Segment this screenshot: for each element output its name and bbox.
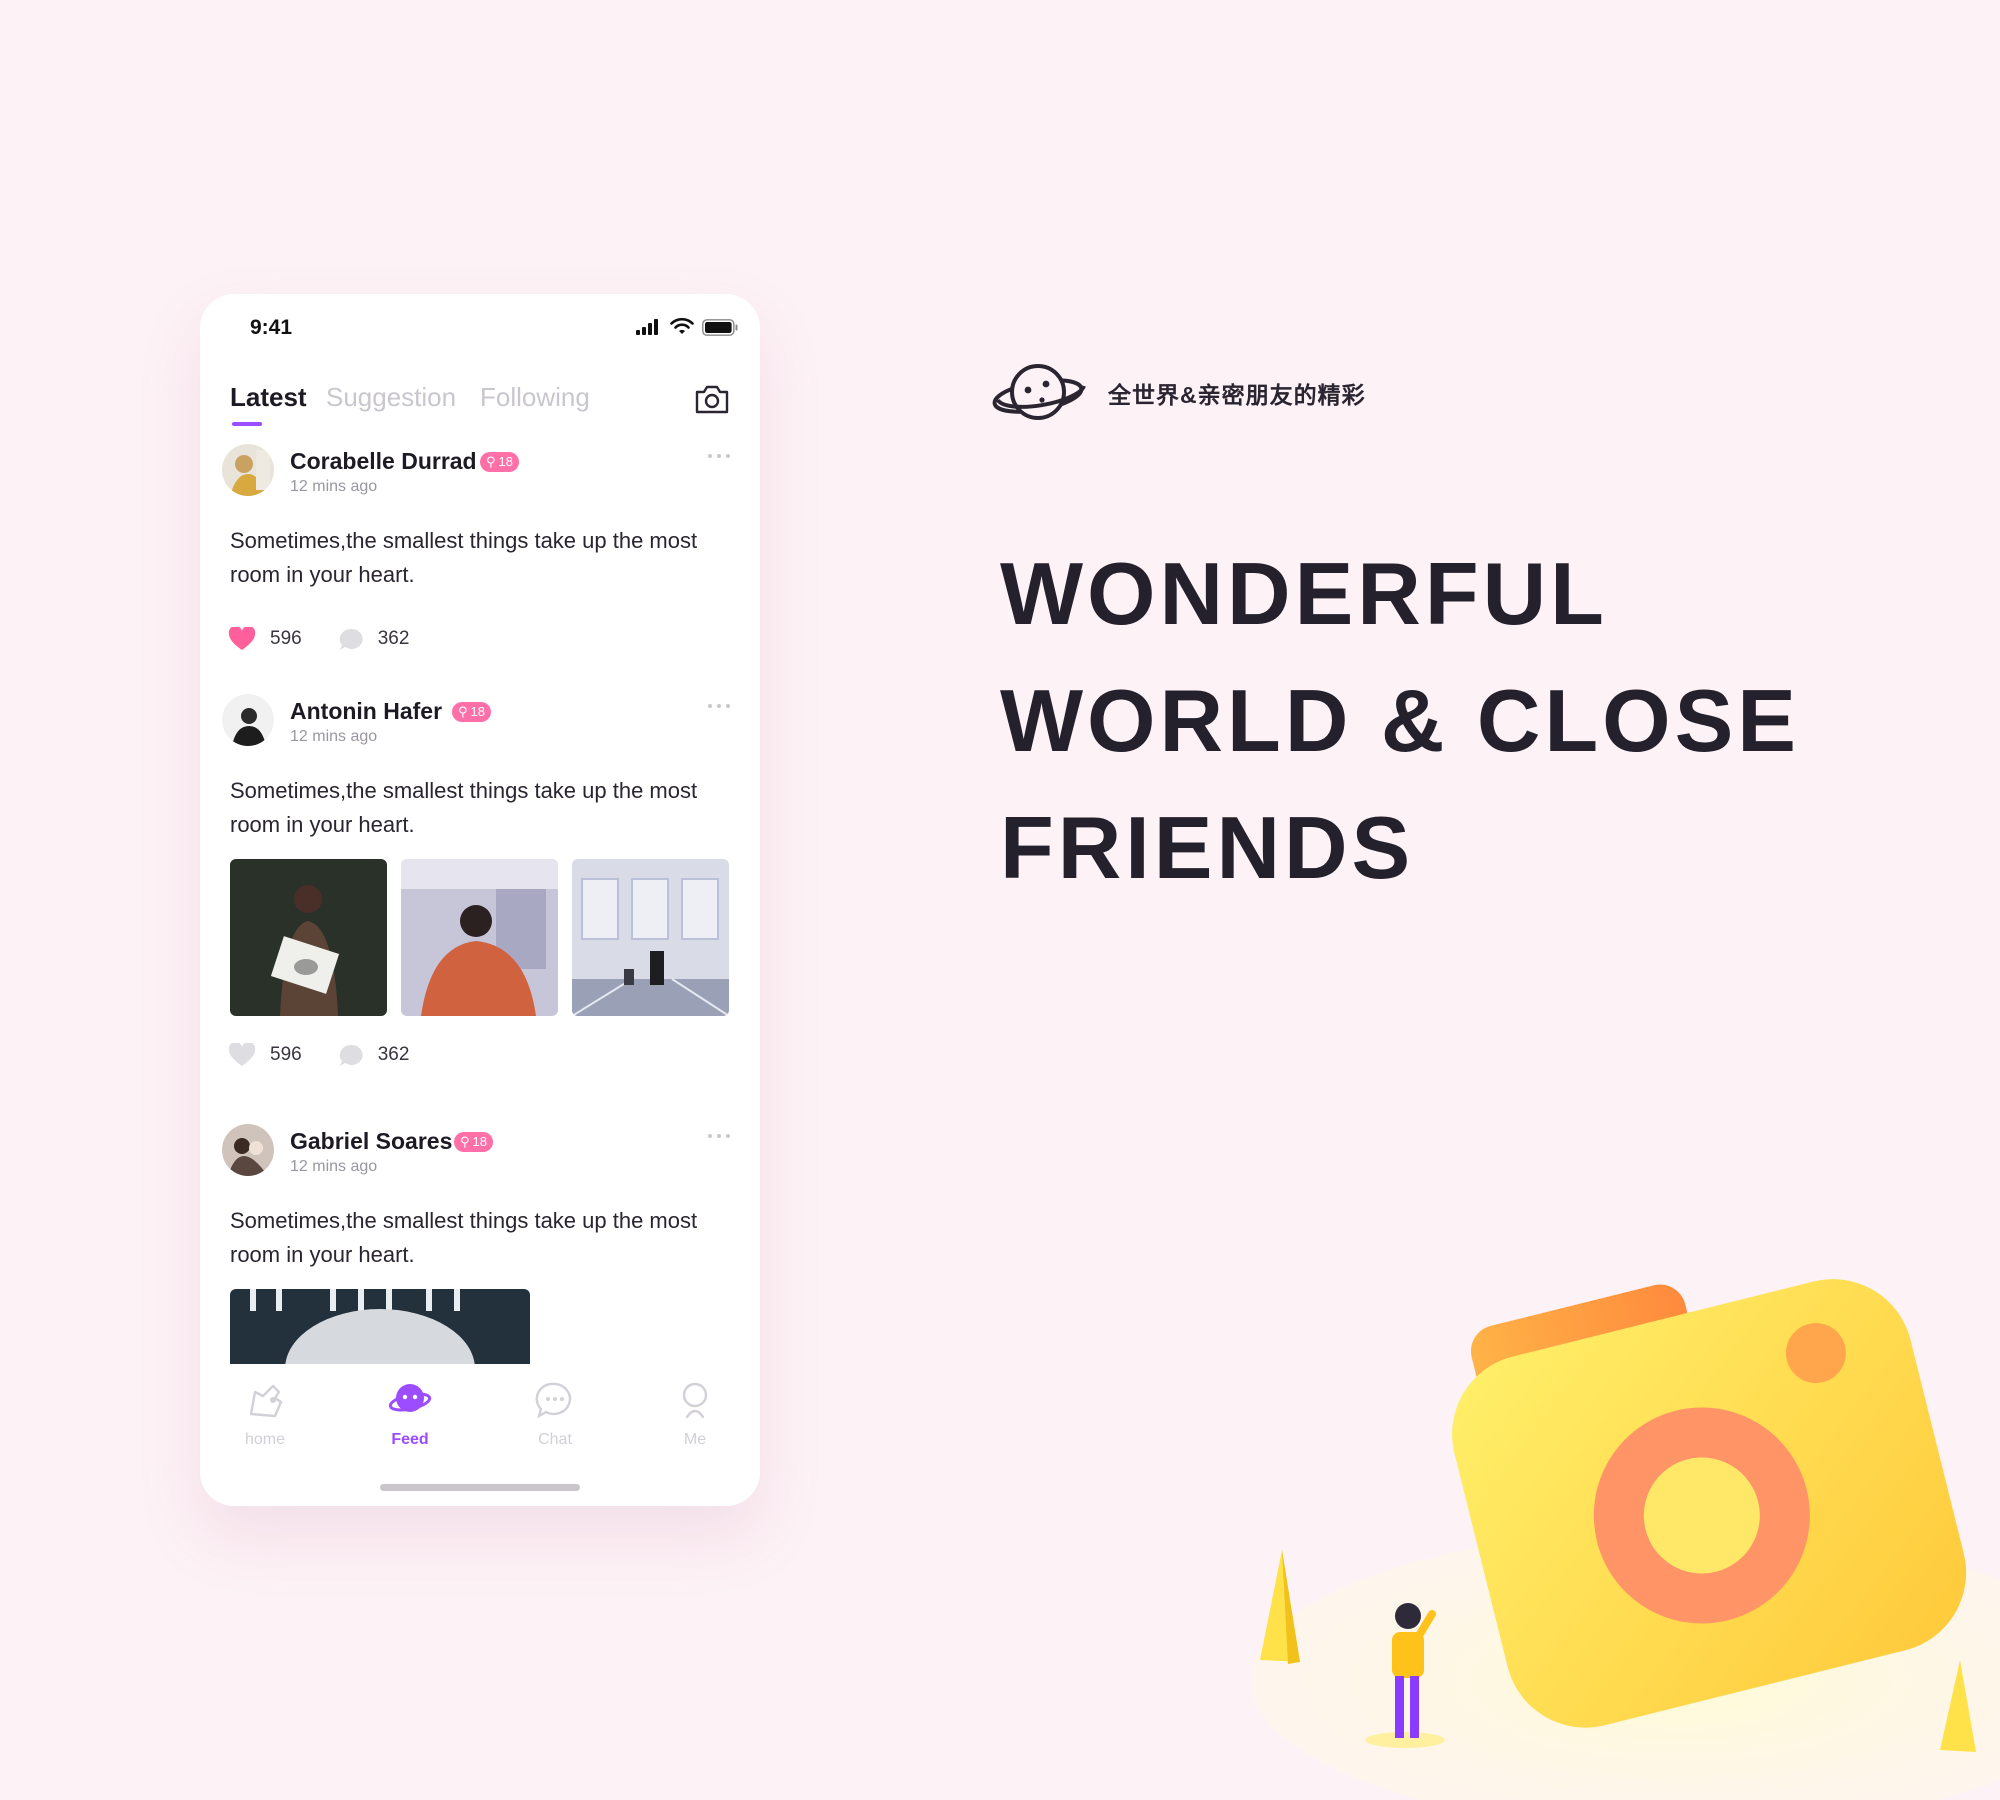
brand-slogan: 全世界&亲密朋友的精彩: [1108, 382, 1366, 408]
badge-count: 18: [472, 1134, 487, 1149]
nav-home[interactable]: home: [210, 1380, 320, 1449]
planet-icon: [388, 1384, 432, 1412]
post-photo[interactable]: [401, 859, 558, 1016]
feed-tabs: Latest Suggestion Following: [230, 382, 730, 442]
more-options-icon[interactable]: [708, 700, 738, 712]
person-icon: [682, 1382, 708, 1419]
avatar[interactable]: [222, 1124, 274, 1176]
tab-latest[interactable]: Latest: [230, 382, 307, 413]
level-badge: ⚲ 18: [452, 702, 491, 722]
comment-button[interactable]: 362: [338, 1043, 410, 1067]
level-badge: ⚲ 18: [480, 452, 519, 472]
key-icon: ⚲: [486, 454, 496, 469]
post-photo[interactable]: [572, 859, 729, 1016]
like-count: 596: [270, 1044, 302, 1065]
nav-label: Me: [683, 1431, 707, 1448]
post-photo[interactable]: [230, 859, 387, 1016]
nav-label: home: [244, 1431, 286, 1448]
nav-label: Chat: [538, 1431, 572, 1448]
comment-count: 362: [377, 628, 410, 649]
camera-icon[interactable]: [694, 382, 730, 416]
status-bar: 9:41: [200, 294, 760, 364]
headline: WONDERFUL WORLD & CLOSE FRIENDS: [1000, 530, 1820, 911]
phone-screen: 9:41 Latest Suggestion Following Corabel…: [200, 294, 760, 1506]
heart-icon: [228, 1043, 256, 1066]
headline-line: WONDERFUL: [1000, 544, 1608, 643]
post-text: Sometimes,the smallest things take up th…: [230, 778, 698, 837]
avatar[interactable]: [222, 444, 274, 496]
key-icon: ⚲: [460, 1134, 470, 1149]
camera-illustration: [1250, 1279, 2000, 1800]
home-icon: [249, 1384, 283, 1418]
like-button[interactable]: 596: [228, 627, 302, 651]
post-stats: 596 362: [228, 1040, 445, 1070]
post-text: Sometimes,the smallest things take up th…: [230, 1208, 698, 1267]
planet-logo: [992, 364, 1086, 420]
post-photo[interactable]: [230, 1289, 530, 1364]
wifi-icon: [670, 318, 694, 334]
like-count: 596: [270, 628, 302, 649]
chat-icon: [535, 1382, 572, 1419]
tab-suggestion[interactable]: Suggestion: [326, 382, 456, 413]
nav-feed[interactable]: Feed: [355, 1380, 465, 1449]
level-badge: ⚲ 18: [454, 1132, 493, 1152]
battery-icon: [702, 318, 738, 336]
post-timestamp: 12 mins ago: [290, 728, 378, 745]
post-timestamp: 12 mins ago: [290, 1158, 378, 1175]
headline-line: WORLD & CLOSE: [1000, 671, 1800, 770]
headline-line: FRIENDS: [1000, 798, 1415, 897]
post-photo-grid: [230, 1289, 530, 1364]
status-icons: [636, 318, 738, 336]
signal-icon: [636, 319, 658, 335]
more-options-icon[interactable]: [708, 450, 738, 462]
badge-count: 18: [498, 454, 513, 469]
post-author-name[interactable]: Antonin Hafer: [290, 698, 442, 725]
home-indicator[interactable]: [380, 1484, 580, 1491]
brand-header: 全世界&亲密朋友的精彩: [990, 358, 1366, 428]
like-button[interactable]: 596: [228, 1043, 302, 1067]
post-timestamp: 12 mins ago: [290, 478, 378, 495]
status-time: 9:41: [250, 316, 293, 339]
key-icon: ⚲: [458, 704, 468, 719]
comment-button[interactable]: 362: [338, 627, 410, 651]
post-author-name[interactable]: Corabelle Durrad: [290, 448, 477, 475]
active-tab-indicator: [232, 422, 262, 426]
post-author-name[interactable]: Gabriel Soares: [290, 1128, 452, 1155]
more-options-icon[interactable]: [708, 1130, 738, 1142]
post-photo-grid: [230, 859, 729, 1016]
badge-count: 18: [470, 704, 485, 719]
comment-count: 362: [377, 1044, 410, 1065]
avatar[interactable]: [222, 694, 274, 746]
post-text: Sometimes,the smallest things take up th…: [230, 528, 698, 587]
post-stats: 596 362: [228, 624, 445, 654]
nav-me[interactable]: Me: [640, 1380, 750, 1449]
feed-list[interactable]: Corabelle Durrad ⚲ 18 12 mins ago Someti…: [200, 444, 760, 1364]
nav-label: Feed: [391, 1431, 429, 1448]
comment-icon: [339, 1044, 363, 1066]
tab-following[interactable]: Following: [480, 382, 590, 413]
heart-icon: [228, 627, 256, 650]
nav-chat[interactable]: Chat: [500, 1380, 610, 1449]
comment-icon: [339, 628, 363, 650]
